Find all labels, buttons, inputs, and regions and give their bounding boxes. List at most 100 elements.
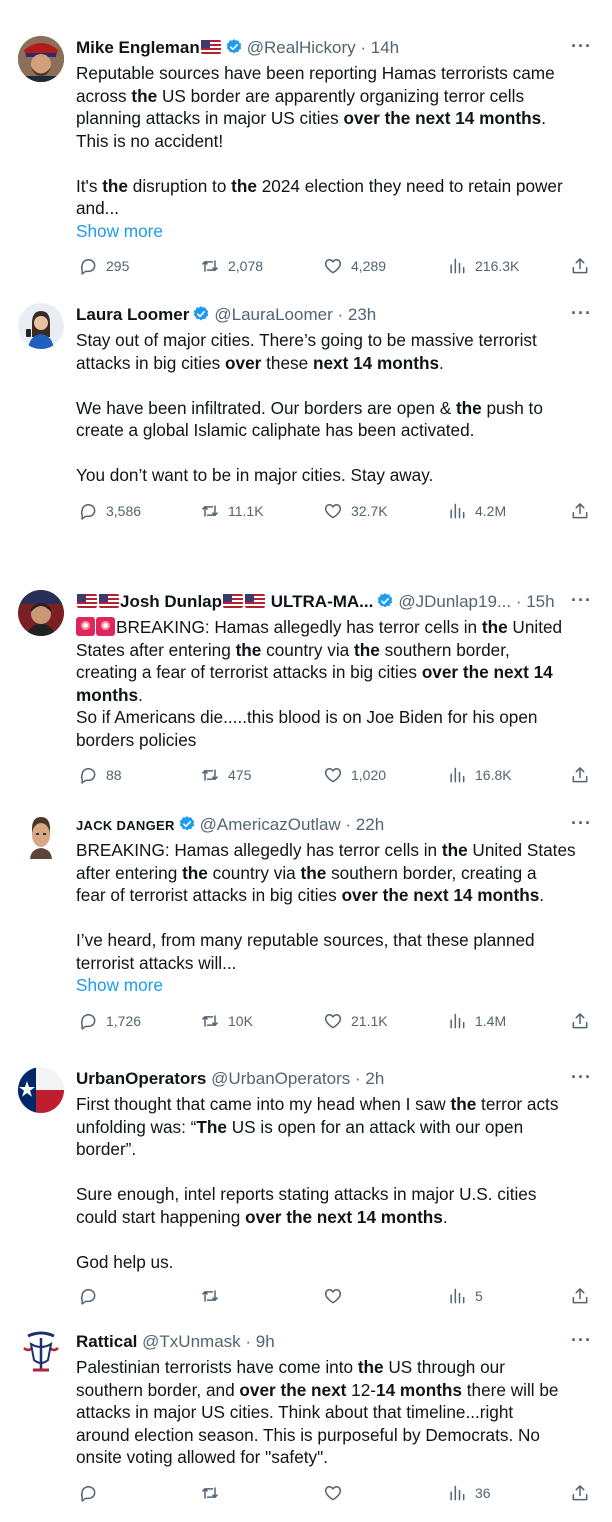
author-handle[interactable]: @LauraLoomer [214, 305, 332, 324]
share-icon [570, 1483, 590, 1503]
show-more-link[interactable]: Show more [76, 220, 594, 243]
tweet-line: months. [76, 684, 143, 705]
retweet-button[interactable] [200, 1481, 220, 1505]
share-button[interactable] [570, 254, 590, 278]
retweet-count: 10K [228, 1013, 253, 1029]
comment-bubble-icon [78, 501, 98, 521]
reply-button[interactable] [78, 1284, 98, 1308]
reply-button[interactable] [78, 1481, 98, 1505]
tweet[interactable]: Rattical @TxUnmask · 9h ··· Palestinian … [0, 1330, 612, 1510]
heart-icon [323, 501, 343, 521]
avatar[interactable] [18, 813, 64, 859]
reply-button[interactable]: 88 [78, 763, 122, 787]
show-more-link[interactable]: Show more [76, 974, 594, 997]
tweet-line: This is no accident! [76, 130, 224, 151]
more-dots-icon[interactable]: ··· [571, 36, 592, 56]
timestamp[interactable]: · 15h [516, 592, 555, 611]
more-dots-icon[interactable]: ··· [571, 813, 592, 833]
bar-chart-icon [447, 256, 467, 276]
view-count: 5 [475, 1288, 483, 1304]
like-count: 32.7K [351, 503, 388, 519]
tweet-header: JACK DANGER @AmericazOutlaw · 22h [76, 813, 566, 837]
retweet-icon [200, 256, 220, 276]
avatar[interactable] [18, 1330, 64, 1376]
reply-button[interactable]: 3,586 [78, 499, 141, 523]
tweet[interactable]: UrbanOperators @UrbanOperators · 2h ··· … [0, 1067, 612, 1312]
tweet[interactable]: JACK DANGER @AmericazOutlaw · 22h ··· BRE… [0, 813, 612, 1038]
more-dots-icon[interactable]: ··· [571, 303, 592, 323]
timestamp[interactable]: · 14h [360, 38, 399, 57]
views-button[interactable]: 36 [447, 1481, 491, 1505]
like-button[interactable]: 1,020 [323, 763, 386, 787]
author-name[interactable]: Laura Loomer [76, 305, 189, 324]
tweet-text: First thought that came into my head whe… [76, 1093, 594, 1273]
share-button[interactable] [570, 499, 590, 523]
views-button[interactable]: 1.4M [447, 1009, 506, 1033]
share-button[interactable] [570, 1284, 590, 1308]
share-button[interactable] [570, 1481, 590, 1505]
author-handle[interactable]: @UrbanOperators [211, 1069, 350, 1088]
tweet-header: Laura Loomer @LauraLoomer · 23h [76, 303, 566, 327]
tweet[interactable]: Laura Loomer @LauraLoomer · 23h ··· Stay … [0, 303, 612, 523]
more-dots-icon[interactable]: ··· [571, 1330, 592, 1350]
timestamp[interactable]: · 9h [245, 1332, 274, 1351]
author-name[interactable]: Rattical [76, 1332, 137, 1351]
like-button[interactable]: 4,289 [323, 254, 386, 278]
retweet-button[interactable] [200, 1284, 220, 1308]
tweet-actions: 1,726 10K 21.1K 1.4M [78, 1009, 594, 1033]
view-count: 16.8K [475, 767, 512, 783]
more-dots-icon[interactable]: ··· [571, 590, 592, 610]
like-button[interactable] [323, 1284, 343, 1308]
retweet-button[interactable]: 475 [200, 763, 251, 787]
author-name[interactable]: Mike Engleman [76, 38, 200, 57]
share-button[interactable] [570, 1009, 590, 1033]
us-flag-icon [99, 594, 119, 608]
retweet-icon [200, 1483, 220, 1503]
tweet-line: unfolding was: “The US is open for an at… [76, 1116, 524, 1137]
comment-bubble-icon [78, 1483, 98, 1503]
author-name[interactable]: UrbanOperators [76, 1069, 206, 1088]
reply-button[interactable]: 295 [78, 254, 129, 278]
retweet-button[interactable]: 11.1K [200, 499, 264, 523]
author-name[interactable]: JACK DANGER [76, 818, 175, 833]
tweet[interactable]: Mike Engleman @RealHickory · 14h ··· Repu… [0, 36, 612, 286]
more-dots-icon[interactable]: ··· [571, 1067, 592, 1087]
tweet-text: BREAKING: Hamas allegedly has terror cel… [76, 839, 594, 997]
avatar[interactable] [18, 590, 64, 636]
timestamp[interactable]: · 23h [337, 305, 376, 324]
tweet-header: Josh Dunlap ULTRA-MA... @JDunlap19... · 1… [76, 590, 566, 614]
reply-button[interactable]: 1,726 [78, 1009, 141, 1033]
tweet[interactable]: Josh Dunlap ULTRA-MA... @JDunlap19... · 1… [0, 590, 612, 790]
tweet-line: I’ve heard, from many reputable sources,… [76, 930, 535, 950]
tweet-line: Stay out of major cities. There’s going … [76, 330, 537, 350]
bar-chart-icon [447, 1286, 467, 1306]
comment-bubble-icon [78, 256, 98, 276]
retweet-button[interactable]: 2,078 [200, 254, 263, 278]
avatar[interactable] [18, 36, 64, 82]
views-button[interactable]: 216.3K [447, 254, 519, 278]
retweet-button[interactable]: 10K [200, 1009, 253, 1033]
author-name-suffix[interactable]: ULTRA-MA... [271, 592, 374, 611]
like-button[interactable]: 32.7K [323, 499, 388, 523]
tweet-text: BREAKING: Hamas allegedly has terror cel… [76, 616, 594, 751]
author-handle[interactable]: @TxUnmask [142, 1332, 241, 1351]
author-name[interactable]: Josh Dunlap [120, 592, 222, 611]
timestamp[interactable]: · 2h [355, 1069, 384, 1088]
like-button[interactable]: 21.1K [323, 1009, 388, 1033]
timestamp[interactable]: · 22h [345, 815, 384, 834]
author-handle[interactable]: @RealHickory [247, 38, 356, 57]
avatar-image [18, 1330, 64, 1376]
retweet-icon [200, 1011, 220, 1031]
views-button[interactable]: 4.2M [447, 499, 506, 523]
view-count: 4.2M [475, 503, 507, 519]
views-button[interactable]: 5 [447, 1284, 483, 1308]
share-icon [570, 501, 590, 521]
share-icon [570, 1286, 590, 1306]
author-handle[interactable]: @AmericazOutlaw [200, 815, 341, 834]
avatar[interactable] [18, 1067, 64, 1113]
views-button[interactable]: 16.8K [447, 763, 512, 787]
author-handle[interactable]: @JDunlap19... [398, 592, 511, 611]
avatar[interactable] [18, 303, 64, 349]
share-button[interactable] [570, 763, 590, 787]
like-button[interactable] [323, 1481, 343, 1505]
